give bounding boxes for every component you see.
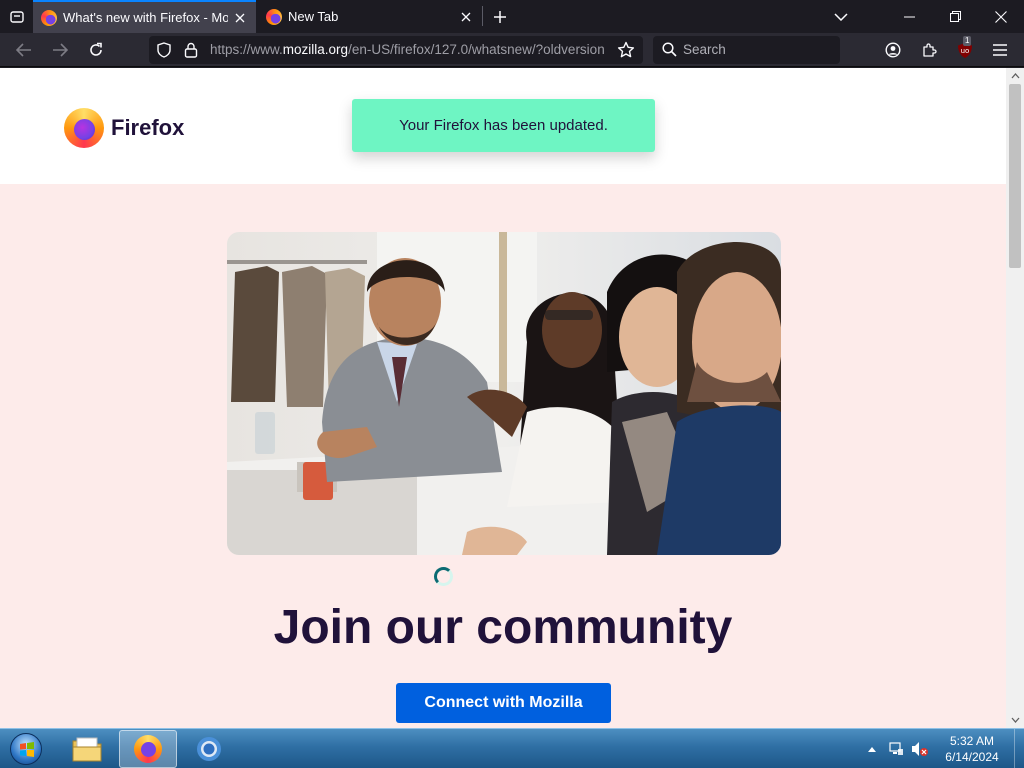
chevron-up-icon	[868, 747, 876, 752]
reload-button[interactable]	[82, 36, 110, 64]
minimize-icon	[903, 16, 915, 17]
navigation-toolbar: https://www.mozilla.org/en-US/firefox/12…	[0, 33, 1024, 67]
lock-icon[interactable]	[184, 42, 198, 63]
svg-text:uo: uo	[961, 47, 970, 55]
connect-with-mozilla-button[interactable]: Connect with Mozilla	[396, 683, 611, 723]
windows-taskbar: 5:32 AM 6/14/2024	[0, 728, 1024, 768]
firefox-favicon-icon	[41, 9, 57, 26]
people-meeting-image	[227, 232, 781, 555]
tab-whats-new[interactable]: What's new with Firefox - More p	[33, 0, 256, 33]
close-window-button[interactable]	[978, 0, 1024, 33]
folder-icon	[72, 737, 102, 762]
chevron-up-icon	[1011, 73, 1019, 79]
scroll-up-button[interactable]	[1006, 68, 1024, 84]
extensions-button[interactable]	[915, 36, 943, 64]
firefox-icon	[134, 735, 162, 763]
volume-tray-icon[interactable]	[910, 739, 930, 759]
tab-separator	[482, 6, 483, 26]
tab-title: What's new with Firefox - More p	[63, 10, 228, 25]
taskbar-file-explorer[interactable]	[58, 730, 116, 768]
hamburger-menu-icon	[993, 44, 1007, 56]
scroll-down-button[interactable]	[1006, 712, 1024, 728]
community-photo	[227, 232, 781, 555]
clock-time: 5:32 AM	[949, 734, 995, 748]
url-path: /en-US/firefox/127.0/whatsnew/?oldversio…	[348, 42, 605, 57]
search-placeholder: Search	[683, 42, 726, 57]
taskbar-firefox[interactable]	[119, 730, 177, 768]
chevron-down-icon	[1011, 717, 1019, 723]
app-menu-button[interactable]	[986, 36, 1014, 64]
firefox-logo[interactable]: Firefox	[64, 108, 184, 148]
network-tray-icon[interactable]	[886, 739, 906, 759]
update-notification: Your Firefox has been updated.	[352, 99, 655, 152]
star-icon	[617, 41, 635, 58]
close-icon	[235, 13, 245, 22]
firefox-favicon-icon	[266, 8, 282, 25]
close-tab-button[interactable]	[454, 5, 478, 29]
page-header: Firefox Your Firefox has been updated.	[0, 68, 1006, 184]
extension-badge: 1	[963, 36, 972, 46]
logo-wordmark: Firefox	[111, 115, 185, 140]
list-tabs-dropdown-button[interactable]	[818, 0, 864, 33]
chevron-down-icon	[834, 12, 848, 21]
arrow-right-icon	[53, 43, 68, 57]
account-icon	[885, 42, 901, 58]
hero-section: Join our community Connect with Mozilla	[0, 184, 1006, 728]
search-bar[interactable]: Search	[653, 36, 840, 64]
new-tab-button[interactable]	[486, 3, 514, 31]
start-button[interactable]	[6, 731, 46, 767]
url-prefix: https://www.	[210, 42, 283, 57]
url-text[interactable]: https://www.mozilla.org/en-US/firefox/12…	[210, 36, 608, 64]
forward-button[interactable]	[46, 36, 74, 64]
chrome-icon	[197, 737, 221, 761]
clock-date: 6/14/2024	[945, 750, 999, 764]
loading-spinner-icon	[434, 567, 453, 586]
speaker-muted-icon	[912, 742, 928, 756]
url-domain: mozilla.org	[282, 42, 349, 57]
vertical-scrollbar[interactable]	[1006, 68, 1024, 728]
windows-logo-icon	[10, 733, 42, 765]
show-desktop-button[interactable]	[1014, 729, 1024, 768]
page-content: Firefox Your Firefox has been updated. J…	[0, 68, 1006, 728]
minimize-window-button[interactable]	[886, 0, 932, 33]
page-heading: Join our community	[273, 601, 733, 654]
system-clock[interactable]: 5:32 AM 6/14/2024	[936, 733, 1008, 765]
close-icon	[461, 12, 471, 21]
show-hidden-icons-button[interactable]	[862, 739, 882, 759]
close-tab-button[interactable]	[228, 6, 252, 30]
bookmark-star-button[interactable]	[617, 41, 635, 64]
arrow-left-icon	[16, 43, 31, 57]
account-button[interactable]	[879, 36, 907, 64]
taskbar-chrome[interactable]	[180, 730, 238, 768]
plus-icon	[494, 11, 506, 23]
back-button[interactable]	[10, 36, 38, 64]
restore-window-button[interactable]	[932, 0, 978, 33]
address-bar[interactable]: https://www.mozilla.org/en-US/firefox/12…	[149, 36, 643, 64]
tab-strip: What's new with Firefox - More p New Tab	[0, 0, 1024, 33]
tracking-protection-shield-icon[interactable]	[156, 42, 172, 63]
reload-icon	[90, 42, 102, 56]
tab-new-tab[interactable]: New Tab	[258, 0, 482, 33]
scrollbar-thumb[interactable]	[1009, 84, 1021, 268]
firefox-logo-icon	[64, 108, 104, 148]
close-icon	[995, 10, 1007, 23]
tab-title: New Tab	[288, 9, 339, 24]
search-icon	[662, 42, 677, 62]
list-all-tabs-button[interactable]	[0, 0, 33, 33]
tabs-overview-icon	[9, 10, 24, 23]
network-icon	[889, 742, 903, 755]
puzzle-icon	[923, 43, 937, 57]
restore-icon	[949, 11, 961, 22]
